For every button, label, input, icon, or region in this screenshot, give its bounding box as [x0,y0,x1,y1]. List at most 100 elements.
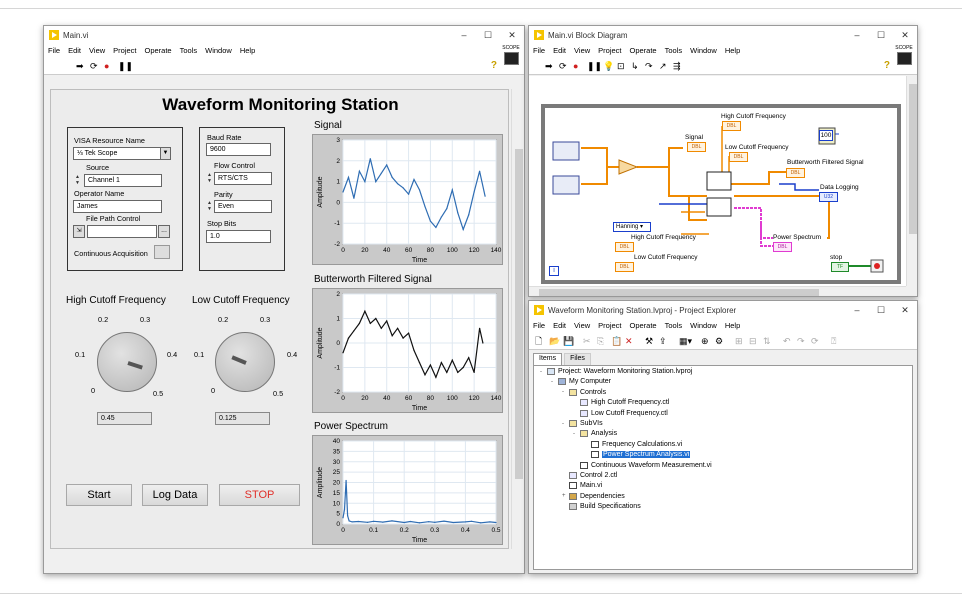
tree-item[interactable]: High Cutoff Frequency.ctl [573,399,669,407]
build-icon[interactable]: ⚒ [645,336,653,346]
clean-up-icon[interactable]: ⇶ [673,61,681,71]
menu-edit[interactable]: Edit [68,46,81,55]
abort-icon[interactable]: ● [573,61,578,71]
continuous-toggle[interactable] [154,245,170,259]
scrollbar-thumb[interactable] [909,84,917,234]
menu-window[interactable]: Window [205,46,232,55]
tree-item[interactable]: Control 2.ctl [562,472,617,479]
tree-item[interactable]: Low Cutoff Frequency.ctl [573,409,668,417]
sort-icon[interactable]: ⇅ [763,336,771,346]
high-cutoff-terminal[interactable]: DBL [722,121,741,131]
undo-icon[interactable]: ↶ [783,336,791,346]
butterworth-terminal[interactable]: DBL [786,168,805,178]
pause-icon[interactable]: ❚❚ [587,61,602,71]
run-continuously-icon[interactable]: ⟳ [90,61,98,71]
menu-edit[interactable]: Edit [553,321,566,330]
collapse-icon[interactable]: - [540,369,547,375]
vertical-scrollbar[interactable] [511,89,524,549]
collapse-icon[interactable]: - [573,431,580,437]
deploy-icon[interactable]: ⇪ [659,336,667,346]
tab-items[interactable]: Items [533,353,563,365]
flow-increment-icon[interactable]: ▲ ▼ [206,172,213,185]
low-cutoff-2-terminal[interactable]: DBL [615,262,634,272]
highlight-execution-icon[interactable]: 💡 [603,61,614,71]
low-cutoff-value[interactable]: 0.125 [215,412,270,425]
low-cutoff-knob[interactable] [215,332,275,392]
high-cutoff-knob[interactable] [97,332,157,392]
view-icon[interactable]: ▦▾ [679,336,692,346]
retain-wire-values-icon[interactable]: ⊡ [617,61,625,71]
baud-field[interactable]: 9600 [206,143,271,156]
tab-files[interactable]: Files [564,353,591,365]
collapse-icon[interactable]: - [562,389,569,395]
tree-item[interactable]: - Project: Waveform Monitoring Station.lv… [540,368,692,375]
open-icon[interactable]: 📂 [549,336,560,346]
tree-item[interactable]: - Analysis [573,430,617,438]
vertical-scrollbar[interactable] [906,76,917,286]
horizontal-scrollbar[interactable] [529,286,906,296]
tree-item[interactable]: Frequency Calculations.vi [584,440,682,448]
maximize-button[interactable]: ☐ [869,301,893,319]
collapse-icon[interactable]: - [562,421,569,427]
minimize-button[interactable]: – [845,301,869,319]
visa-resource-field[interactable]: ⅓ Tek Scope [73,147,167,160]
new-icon[interactable]: 🗋 [535,336,542,346]
log-data-button[interactable]: Log Data [142,484,208,506]
flow-field[interactable]: RTS/CTS [214,172,272,185]
waveform-source-icon[interactable] [552,175,580,195]
maximize-button[interactable]: ☐ [476,26,500,44]
help-icon[interactable]: ? [884,60,890,71]
menu-help[interactable]: Help [725,46,740,55]
menu-operate[interactable]: Operate [630,321,657,330]
refresh-icon[interactable]: ⟳ [811,336,819,346]
stop-bits-field[interactable]: 1.0 [206,230,271,243]
window-function-enum[interactable]: Hanning ▾ [613,222,651,232]
menu-project[interactable]: Project [598,46,621,55]
menu-help[interactable]: Help [725,321,740,330]
filter-subvi-icon[interactable] [706,171,732,191]
redo-icon[interactable]: ↷ [797,336,805,346]
scrollbar-thumb[interactable] [539,289,819,296]
chevron-down-icon[interactable]: ▼ [160,147,171,160]
save-icon[interactable]: 💾 [563,336,574,346]
menu-file[interactable]: File [533,46,545,55]
delete-icon[interactable]: ✕ [625,336,633,346]
menu-project[interactable]: Project [598,321,621,330]
maximize-button[interactable]: ☐ [869,26,893,44]
pause-icon[interactable]: ❚❚ [118,61,133,71]
help-icon[interactable]: ? [491,60,497,71]
tree-item[interactable]: - SubVIs [562,420,603,427]
high-cutoff-value[interactable]: 0.45 [97,412,152,425]
high-cutoff-2-terminal[interactable]: DBL [615,242,634,252]
menu-operate[interactable]: Operate [630,46,657,55]
close-button[interactable]: ✕ [893,301,917,319]
minimize-button[interactable]: – [452,26,476,44]
copy-icon[interactable]: ⎘ [597,336,604,346]
operator-field[interactable]: James [73,200,162,213]
menu-edit[interactable]: Edit [553,46,566,55]
tree-item[interactable]: + Dependencies [562,492,625,500]
tree-item[interactable]: Power Spectrum Analysis.vi [584,451,691,459]
waveform-source-icon[interactable] [552,141,580,161]
expand-icon[interactable]: + [562,493,569,499]
add-function-icon[interactable] [618,159,639,175]
close-button[interactable]: ✕ [893,26,917,44]
run-arrow-icon[interactable]: ➡ [545,61,553,71]
signal-terminal[interactable]: DBL [687,142,706,152]
while-loop-frame[interactable] [541,104,901,284]
cut-icon[interactable]: ✂ [583,336,591,346]
scrollbar-thumb[interactable] [515,149,523,479]
run-continuously-icon[interactable]: ⟳ [559,61,567,71]
menu-project[interactable]: Project [113,46,136,55]
menu-tools[interactable]: Tools [665,321,683,330]
menu-file[interactable]: File [48,46,60,55]
menu-tools[interactable]: Tools [180,46,198,55]
step-over-icon[interactable]: ↷ [645,61,653,71]
power-spectrum-subvi-icon[interactable] [706,197,732,217]
minimize-button[interactable]: – [845,26,869,44]
collapse-icon[interactable]: - [551,379,558,385]
menu-tools[interactable]: Tools [665,46,683,55]
menu-operate[interactable]: Operate [145,46,172,55]
low-cutoff-terminal[interactable]: DBL [729,152,748,162]
start-button[interactable]: Start [66,484,132,506]
